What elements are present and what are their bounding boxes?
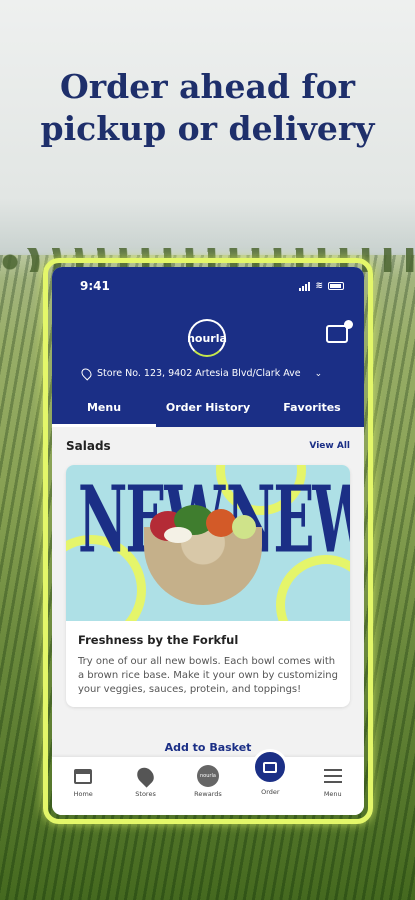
store-selector[interactable]: Store No. 123, 9402 Artesia Blvd/Clark A… (79, 366, 334, 381)
headline-line-1: Order ahead for (60, 67, 355, 106)
store-label: Store No. 123, 9402 Artesia Blvd/Clark A… (97, 368, 301, 379)
basket-icon (252, 749, 289, 785)
nav-rewards-label: Rewards (194, 790, 222, 798)
add-to-basket-button[interactable]: Add to Basket (52, 741, 364, 754)
product-card[interactable]: NEW NEW Freshness by the Forkful Try one… (66, 465, 350, 707)
brand-logo[interactable]: nourla (187, 319, 227, 357)
home-icon (74, 768, 93, 784)
battery-icon (328, 282, 344, 290)
basket-icon[interactable] (326, 320, 353, 343)
wifi-icon: ≋ (315, 281, 323, 291)
nav-stores[interactable]: Stores (118, 764, 174, 798)
salad-bowl-image (144, 505, 262, 605)
view-all-link[interactable]: View All (309, 441, 350, 451)
chevron-down-icon: ⌄ (314, 368, 323, 379)
phone-screen: 9:41 ≋ nourla Store No. 123, 9402 Artesi… (52, 267, 364, 815)
hamburger-menu-icon (323, 769, 342, 783)
section-header: Salads View All (66, 439, 350, 453)
section-title: Salads (66, 439, 111, 453)
nav-stores-label: Stores (135, 790, 156, 798)
tab-order-history[interactable]: Order History (156, 395, 260, 427)
product-description: Try one of our all new bowls. Each bowl … (78, 656, 338, 695)
nav-rewards[interactable]: nourla Rewards (180, 765, 236, 798)
nav-home-label: Home (73, 790, 93, 798)
status-bar: 9:41 ≋ (80, 279, 344, 293)
headline-line-2: pickup or delivery (40, 109, 375, 148)
nav-order-label: Order (261, 788, 280, 796)
tab-favorites[interactable]: Favorites (260, 395, 364, 427)
app-header: 9:41 ≋ nourla Store No. 123, 9402 Artesi… (52, 267, 364, 427)
nav-order[interactable]: Order (242, 749, 298, 796)
status-icons: ≋ (299, 279, 344, 293)
nav-menu-label: Menu (323, 790, 342, 798)
signal-icon (299, 281, 311, 291)
rewards-icon: nourla (196, 765, 219, 787)
location-pin-icon (133, 764, 158, 788)
product-card-body: Freshness by the Forkful Try one of our … (66, 621, 350, 707)
nav-menu[interactable]: Menu (305, 765, 361, 798)
brand-logo-text: nourla (187, 331, 227, 345)
promo-headline: Order ahead for pickup or delivery (0, 66, 415, 150)
tab-menu[interactable]: Menu (52, 395, 156, 427)
product-title: Freshness by the Forkful (78, 633, 239, 647)
product-banner-image: NEW NEW (66, 465, 350, 621)
bottom-nav: Home Stores nourla Rewards Order Menu (52, 749, 364, 815)
tab-bar: Menu Order History Favorites (52, 395, 364, 427)
status-time: 9:41 (80, 279, 110, 293)
nav-home[interactable]: Home (55, 765, 111, 798)
location-pin-icon (79, 366, 94, 381)
